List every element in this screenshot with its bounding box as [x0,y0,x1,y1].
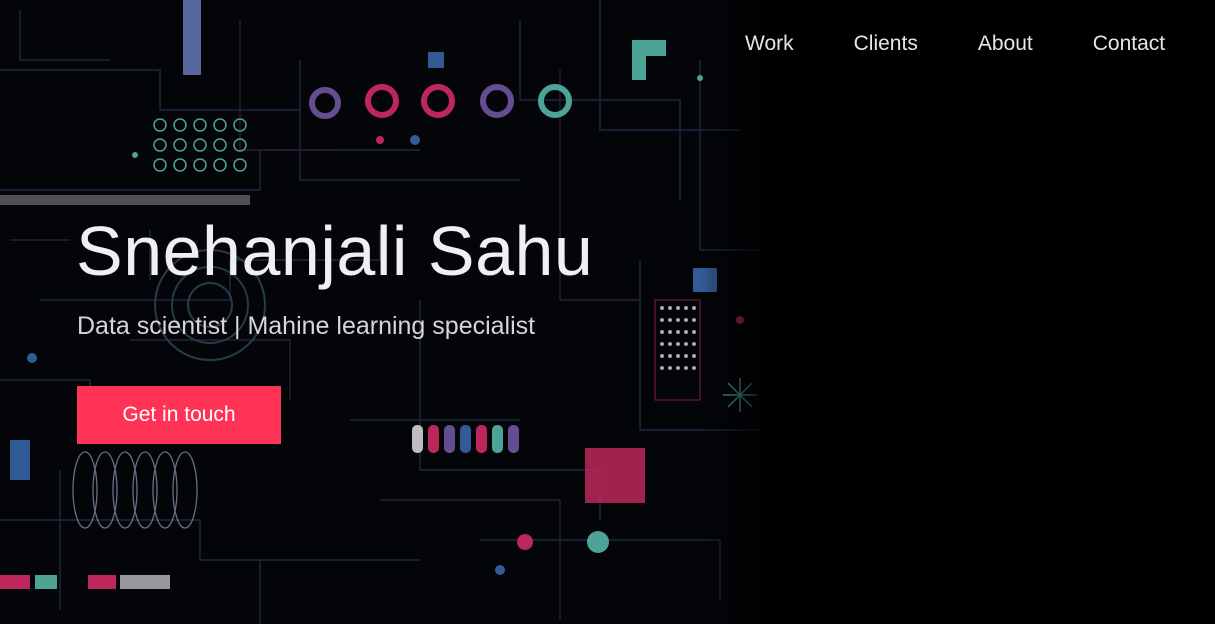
nav-link-about[interactable]: About [978,32,1033,56]
nav-link-work[interactable]: Work [745,32,794,56]
hero-subtitle: Data scientist | Mahine learning special… [77,312,536,340]
get-in-touch-button[interactable]: Get in touch [77,386,281,444]
nav-link-contact[interactable]: Contact [1093,32,1165,56]
hero-fade [700,0,775,624]
main-nav: Work Clients About Contact [745,30,1165,58]
nav-link-clients[interactable]: Clients [854,32,918,56]
hero-title: Snehanjali Sahu [76,212,594,290]
